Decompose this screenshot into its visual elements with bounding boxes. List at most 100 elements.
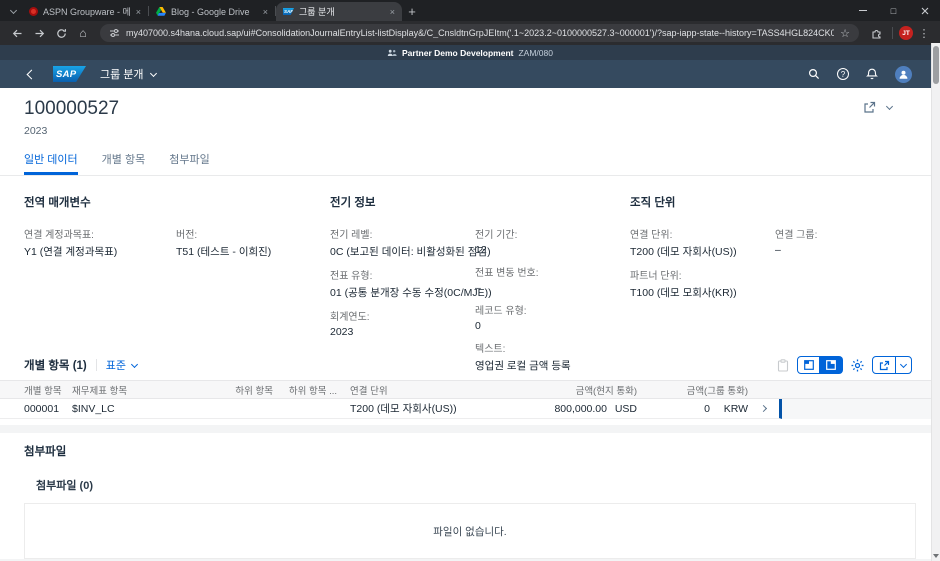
section-title: 전기 정보 — [330, 194, 630, 210]
tab-close-icon[interactable]: × — [136, 7, 141, 17]
cell-amount-local: 800,000.00 — [505, 403, 607, 415]
tab-attachments[interactable]: 첨부파일 — [169, 151, 209, 175]
browser-tab-aspn[interactable]: ASPN Groupware - 메일 × — [22, 2, 148, 21]
export-menu-chevron-icon[interactable] — [895, 356, 912, 374]
cell-cons-unit: T200 (데모 자회사(US)) — [337, 401, 505, 416]
attachments-section-title: 첨부파일 — [24, 443, 916, 459]
view-selector-chevron-icon[interactable] — [131, 360, 138, 367]
help-icon[interactable]: ? — [837, 68, 849, 80]
reload-icon[interactable] — [51, 23, 71, 43]
page-scrollbar[interactable] — [931, 43, 940, 561]
site-info-icon[interactable] — [109, 28, 120, 38]
section-posting-info: 전기 정보 전기 레벨: 0C (보고된 데이터: 비활성화된 점검) 전표 유… — [330, 194, 630, 381]
attachments-list-title: 첨부파일 (0) — [36, 477, 916, 493]
col-header[interactable]: 연결 단위 — [337, 383, 505, 397]
field-chart-of-accounts: 연결 계정과목표: Y1 (연결 계정과목표) — [24, 226, 176, 259]
settings-gear-icon[interactable] — [851, 359, 864, 372]
tab-line-items[interactable]: 개별 항목 — [102, 151, 146, 175]
line-items-title: 개별 항목 (1) — [24, 357, 87, 373]
back-icon[interactable] — [7, 23, 27, 43]
app-title[interactable]: 그룹 분개 — [100, 66, 156, 82]
user-avatar-icon[interactable] — [895, 66, 912, 83]
page-subtitle-year: 2023 — [24, 125, 916, 137]
freeze-header-toggle-icon[interactable] — [797, 356, 820, 374]
tab-title: ASPN Groupware - 메일 — [43, 5, 131, 18]
banner-system-id: ZAM/080 — [518, 48, 553, 58]
section-org-units: 조직 단위 연결 단위: T200 (데모 자회사(US)) 파트너 단위: T… — [630, 194, 916, 381]
tab-title: 그룹 분개 — [299, 5, 385, 18]
field-posting-period: 전기 기간: 12 — [475, 226, 630, 256]
page-header: 100000527 2023 — [0, 88, 940, 137]
address-bar[interactable]: my407000.s4hana.cloud.sap/ui#Consolidati… — [100, 24, 859, 42]
header-actions-chevron-icon[interactable] — [886, 103, 893, 110]
scrollbar-thumb[interactable] — [933, 46, 939, 84]
view-selector[interactable]: 표준 — [106, 357, 137, 373]
section-title: 조직 단위 — [630, 194, 916, 210]
row-navigation-chevron-icon[interactable] — [748, 406, 779, 411]
app-title-chevron-icon[interactable] — [150, 69, 157, 76]
field-doc-change-number: 전표 변동 번호: – — [475, 264, 630, 294]
minimize-button[interactable] — [847, 0, 878, 21]
close-button[interactable] — [909, 0, 940, 21]
table-row[interactable]: 000001 $INV_LC T200 (데모 자회사(US)) 800,000… — [0, 399, 782, 419]
col-header[interactable]: 금액(현지 통화) — [505, 383, 637, 397]
home-icon[interactable]: ⌂ — [73, 23, 93, 43]
new-tab-button[interactable]: + — [402, 2, 422, 21]
tab-close-icon[interactable]: × — [263, 7, 268, 17]
col-header[interactable]: 개별 항목 — [24, 383, 72, 397]
tab-title: Blog - Google Drive — [171, 7, 258, 17]
extensions-icon[interactable] — [866, 23, 886, 43]
col-header[interactable]: 재무제표 항목 — [72, 383, 225, 397]
col-header[interactable]: 하위 항목 — [225, 383, 273, 397]
attachments-empty-panel: 파일이 없습니다. — [24, 503, 916, 559]
export-icon[interactable] — [872, 356, 896, 374]
notifications-bell-icon[interactable] — [866, 68, 878, 80]
url-text[interactable]: my407000.s4hana.cloud.sap/ui#Consolidati… — [126, 28, 834, 38]
freeze-column-toggle-icon[interactable] — [820, 356, 843, 374]
divider — [96, 359, 97, 371]
browser-menu-icon[interactable]: ⋮ — [915, 27, 933, 40]
field-text: 텍스트: 영업권 로컬 금액 등록 — [475, 340, 630, 373]
aspn-favicon — [29, 7, 38, 16]
field-consolidation-group: 연결 그룹: – — [775, 226, 916, 256]
col-header[interactable]: 금액(그룹 통화) — [637, 383, 748, 397]
search-icon[interactable] — [808, 68, 820, 80]
table-header-row: 개별 항목 재무제표 항목 하위 항목 하위 항목 ... 연결 단위 금액(현… — [0, 380, 940, 399]
google-drive-favicon — [156, 7, 166, 16]
banner-label: Partner Demo Development — [402, 48, 513, 58]
app-title-label: 그룹 분개 — [100, 66, 144, 82]
cell-fs-item: $INV_LC — [72, 403, 225, 415]
browser-toolbar: ⌂ my407000.s4hana.cloud.sap/ui#Consolida… — [0, 21, 940, 45]
attachments-empty-message: 파일이 없습니다. — [433, 524, 506, 539]
anchor-bar: 일반 데이터 개별 항목 첨부파일 — [0, 151, 940, 176]
screen: ASPN Groupware - 메일 × Blog - Google Driv… — [0, 0, 940, 561]
general-data-section: 전역 매개변수 연결 계정과목표: Y1 (연결 계정과목표) 버전: T51 … — [0, 176, 940, 344]
field-fiscal-year: 회계연도: 2023 — [330, 308, 475, 338]
field-partner-unit: 파트너 단위: T100 (데모 모회사(KR)) — [630, 267, 775, 300]
system-banner: Partner Demo Development ZAM/080 — [0, 45, 940, 60]
browser-tab-drive[interactable]: Blog - Google Drive × — [149, 2, 275, 21]
copy-icon[interactable] — [777, 359, 789, 372]
scrollbar-down-arrow-icon[interactable] — [933, 554, 939, 558]
forward-icon[interactable] — [29, 23, 49, 43]
section-global-parameters: 전역 매개변수 연결 계정과목표: Y1 (연결 계정과목표) 버전: T51 … — [24, 194, 330, 381]
toolbar-separator — [892, 27, 893, 39]
line-items-table: 개별 항목 재무제표 항목 하위 항목 하위 항목 ... 연결 단위 금액(현… — [0, 380, 940, 419]
sap-favicon: SAP — [283, 8, 294, 15]
bookmark-star-icon[interactable]: ☆ — [840, 27, 850, 40]
sap-logo[interactable]: SAP — [53, 66, 86, 82]
view-selector-label: 표준 — [106, 357, 126, 373]
field-document-type: 전표 유형: 01 (공통 분개장 수동 수정(0C/MJE)) — [330, 267, 475, 300]
cell-item: 000001 — [24, 403, 72, 415]
col-header[interactable]: 하위 항목 ... — [273, 383, 337, 397]
object-page: 100000527 2023 일반 데이터 개별 항목 첨부파일 전역 매개변수… — [0, 88, 940, 547]
share-icon[interactable] — [863, 101, 876, 114]
field-posting-level: 전기 레벨: 0C (보고된 데이터: 비활성화된 점검) — [330, 226, 475, 259]
browser-tab-sap[interactable]: SAP 그룹 분개 × — [276, 2, 402, 21]
tab-close-icon[interactable]: × — [390, 7, 395, 17]
tab-general-data[interactable]: 일반 데이터 — [24, 151, 78, 175]
back-navigation-icon[interactable] — [28, 71, 35, 78]
maximize-button[interactable]: □ — [878, 0, 909, 21]
profile-avatar[interactable]: JT — [899, 26, 913, 40]
tab-search-icon[interactable] — [4, 2, 22, 21]
